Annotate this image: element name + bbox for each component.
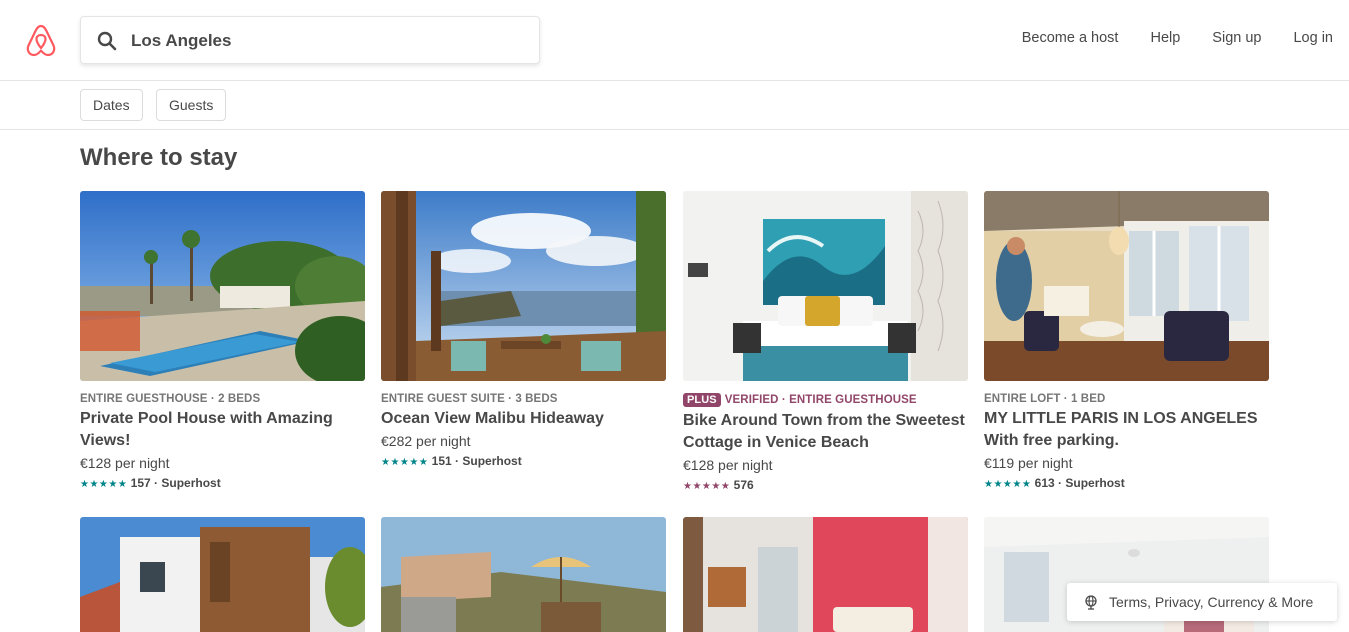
- listing-photo[interactable]: [683, 191, 968, 381]
- search-input[interactable]: [131, 27, 521, 55]
- guests-filter-button[interactable]: Guests: [156, 89, 227, 121]
- search-box[interactable]: [80, 16, 540, 64]
- listing-photo[interactable]: [683, 517, 968, 632]
- listing-card[interactable]: PLUS VERIFIED · ENTIRE GUESTHOUSE Bike Ar…: [683, 191, 968, 492]
- search-icon: [97, 31, 117, 51]
- listing-card[interactable]: ENTIRE GUEST SUITE · 3 BEDS Ocean View M…: [381, 191, 666, 468]
- review-count: 576: [733, 478, 754, 492]
- listing-rating: ★★★★★ 576: [683, 478, 968, 492]
- dates-filter-button[interactable]: Dates: [80, 89, 143, 121]
- listing-price: €128 per night: [80, 455, 170, 471]
- listing-type: ENTIRE LOFT · 1 BED: [984, 393, 1106, 405]
- listing-rating: ★★★★★ 151 · Superhost: [381, 454, 666, 468]
- listing-photo[interactable]: [381, 517, 666, 632]
- plus-badge: PLUS: [683, 393, 721, 407]
- listing-title[interactable]: Ocean View Malibu Hideaway: [381, 408, 666, 430]
- listing-title[interactable]: MY LITTLE PARIS IN LOS ANGELES With free…: [984, 408, 1269, 452]
- nav-become-host[interactable]: Become a host: [1022, 30, 1119, 46]
- listing-price: €128 per night: [683, 457, 773, 473]
- listing-card[interactable]: ENTIRE GUESTHOUSE · 2 BEDS Private Pool …: [80, 191, 365, 490]
- listing-photo[interactable]: [80, 517, 365, 632]
- listing-photo[interactable]: [381, 191, 666, 381]
- listing-price: €119 per night: [984, 455, 1073, 471]
- listing-title[interactable]: Bike Around Town from the Sweetest Cotta…: [683, 410, 968, 454]
- listing-card[interactable]: ENTIRE LOFT · 1 BED MY LITTLE PARIS IN L…: [984, 191, 1269, 490]
- listing-rating: ★★★★★ 613 · Superhost: [984, 476, 1269, 490]
- filter-bar: Dates Guests: [0, 81, 1349, 130]
- listing-type: ENTIRE GUEST SUITE · 3 BEDS: [381, 393, 558, 405]
- star-rating-icon: ★★★★★: [683, 481, 731, 492]
- listing-rating: ★★★★★ 157 · Superhost: [80, 476, 365, 490]
- star-rating-icon: ★★★★★: [381, 457, 429, 468]
- top-header: Become a host Help Sign up Log in: [0, 0, 1349, 81]
- terms-privacy-button[interactable]: Terms, Privacy, Currency & More: [1067, 583, 1337, 621]
- listing-photo[interactable]: [80, 191, 365, 381]
- listing-type: ENTIRE GUESTHOUSE · 2 BEDS: [80, 393, 261, 405]
- terms-label: Terms, Privacy, Currency & More: [1109, 594, 1314, 610]
- review-count: 151 · Superhost: [431, 454, 522, 468]
- nav-sign-up[interactable]: Sign up: [1212, 30, 1261, 46]
- listing-title[interactable]: Private Pool House with Amazing Views!: [80, 408, 365, 452]
- top-nav: Become a host Help Sign up Log in: [990, 30, 1333, 46]
- listing-price: €282 per night: [381, 433, 471, 449]
- review-count: 613 · Superhost: [1034, 476, 1125, 490]
- globe-icon: [1085, 595, 1097, 610]
- listing-type: PLUS VERIFIED · ENTIRE GUESTHOUSE: [683, 393, 968, 407]
- star-rating-icon: ★★★★★: [984, 479, 1032, 490]
- section-title: Where to stay: [80, 144, 238, 171]
- airbnb-logo-icon[interactable]: [24, 22, 58, 58]
- listing-photo[interactable]: [984, 191, 1269, 381]
- star-rating-icon: ★★★★★: [80, 479, 128, 490]
- review-count: 157 · Superhost: [130, 476, 221, 490]
- nav-log-in[interactable]: Log in: [1293, 30, 1333, 46]
- nav-help[interactable]: Help: [1150, 30, 1180, 46]
